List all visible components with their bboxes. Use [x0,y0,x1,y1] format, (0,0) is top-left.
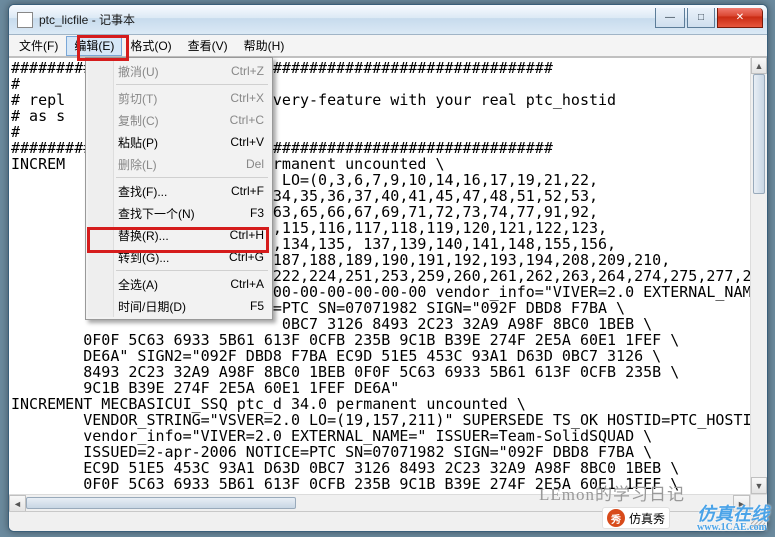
watermark-brand-sub: www.1CAE.com [697,522,769,533]
menu-copy-shortcut: Ctrl+C [209,113,264,127]
menu-paste-shortcut: Ctrl+V [209,135,264,149]
menu-paste[interactable]: 粘贴(P) Ctrl+V [88,131,270,153]
menu-find[interactable]: 查找(F)... Ctrl+F [88,180,270,202]
menu-goto-shortcut: Ctrl+G [209,250,264,264]
watermark-text: LEmon的学习日记 [539,480,685,505]
watermark-logo-icon: 秀 [607,509,625,527]
menu-findnext[interactable]: 查找下一个(N) F3 [88,202,270,224]
menu-goto[interactable]: 转到(G)... Ctrl+G [88,246,270,268]
menu-format[interactable]: 格式(O) [122,36,179,56]
menu-datetime-shortcut: F5 [209,299,264,313]
maximize-button[interactable]: □ [687,8,715,28]
menu-findnext-shortcut: F3 [209,206,264,220]
menu-goto-label: 转到(G)... [118,249,209,266]
window-controls: — □ ✕ [655,8,763,28]
watermark-brand-text: 仿真在线 [697,504,769,524]
menu-selectall-label: 全选(A) [118,276,209,293]
menu-replace-shortcut: Ctrl+H [209,228,264,242]
notepad-window: ptc_licfile - 记事本 — □ ✕ 文件(F) 编辑(E) 格式(O… [8,4,768,532]
menu-replace-label: 替换(R)... [118,227,209,244]
vertical-scrollbar[interactable]: ▲ ▼ [750,57,767,494]
menu-delete-shortcut: Del [209,157,264,171]
edit-dropdown: 撤消(U) Ctrl+Z 剪切(T) Ctrl+X 复制(C) Ctrl+C 粘… [85,57,273,320]
app-icon [17,12,33,28]
titlebar[interactable]: ptc_licfile - 记事本 — □ ✕ [9,5,767,35]
scroll-up-button[interactable]: ▲ [751,57,767,74]
scroll-down-button[interactable]: ▼ [751,477,767,494]
menu-cut[interactable]: 剪切(T) Ctrl+X [88,87,270,109]
menu-copy[interactable]: 复制(C) Ctrl+C [88,109,270,131]
window-title: ptc_licfile - 记事本 [39,11,135,28]
menu-findnext-label: 查找下一个(N) [118,205,209,222]
watermark-logo-text: 仿真秀 [629,510,665,527]
close-button[interactable]: ✕ [717,8,763,28]
scroll-thumb-v[interactable] [753,74,765,194]
menu-view[interactable]: 查看(V) [180,36,236,56]
menu-replace[interactable]: 替换(R)... Ctrl+H [88,224,270,246]
menu-cut-shortcut: Ctrl+X [209,91,264,105]
watermark-logo: 秀 仿真秀 [602,507,670,529]
menu-undo[interactable]: 撤消(U) Ctrl+Z [88,60,270,82]
menu-undo-label: 撤消(U) [118,63,209,80]
menu-copy-label: 复制(C) [118,112,209,129]
menu-undo-shortcut: Ctrl+Z [209,64,264,78]
menubar: 文件(F) 编辑(E) 格式(O) 查看(V) 帮助(H) [9,35,767,57]
menu-paste-label: 粘贴(P) [118,134,209,151]
scroll-thumb-h[interactable] [26,497,296,509]
menu-selectall[interactable]: 全选(A) Ctrl+A [88,273,270,295]
menu-edit[interactable]: 编辑(E) [66,36,122,56]
menu-help[interactable]: 帮助(H) [236,36,293,56]
menu-datetime-label: 时间/日期(D) [118,298,209,315]
scroll-track-v[interactable] [751,74,767,477]
menu-find-label: 查找(F)... [118,183,209,200]
watermark-brand: 仿真在线 www.1CAE.com [697,500,769,533]
minimize-button[interactable]: — [655,8,685,28]
menu-file[interactable]: 文件(F) [11,36,66,56]
scroll-left-button[interactable]: ◄ [9,495,26,512]
menu-delete[interactable]: 删除(L) Del [88,153,270,175]
menu-delete-label: 删除(L) [118,156,209,173]
menu-selectall-shortcut: Ctrl+A [209,277,264,291]
menu-cut-label: 剪切(T) [118,90,209,107]
menu-find-shortcut: Ctrl+F [209,184,264,198]
menu-datetime[interactable]: 时间/日期(D) F5 [88,295,270,317]
